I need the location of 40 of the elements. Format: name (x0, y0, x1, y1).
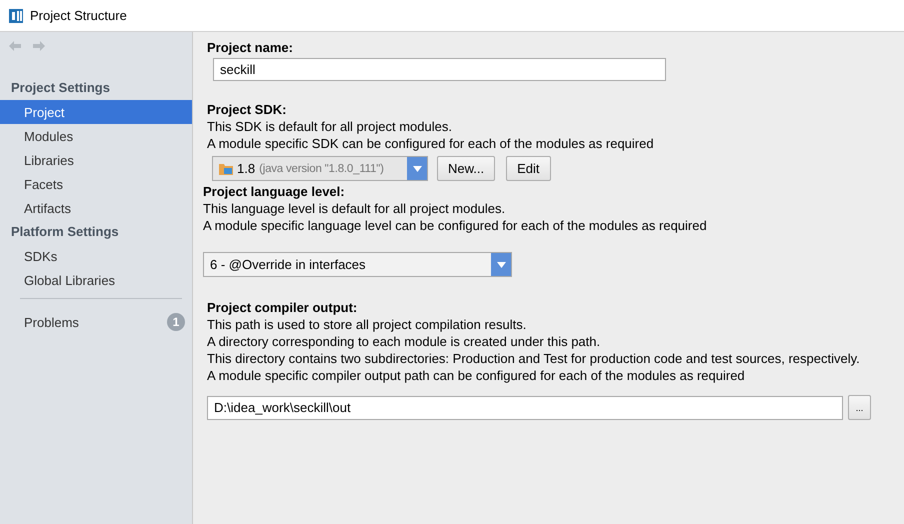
forward-arrow-icon[interactable] (32, 40, 46, 52)
window-title: Project Structure (30, 8, 127, 23)
sidebar-item[interactable]: Project (0, 100, 192, 124)
sdk-detail: (java version "1.8.0_111") (259, 162, 384, 174)
section-header: Platform Settings (10, 223, 120, 241)
sidebar-item[interactable]: SDKs (0, 244, 192, 268)
sdk-dropdown[interactable]: 1.8 (java version "1.8.0_111") (212, 156, 428, 181)
sidebar-item[interactable]: Modules (0, 124, 192, 148)
language-level-dropdown[interactable]: 6 - @Override in interfaces (203, 252, 512, 277)
sidebar-item[interactable]: Problems (24, 314, 79, 330)
field-label: Project compiler output: (207, 299, 358, 316)
folder-icon (219, 162, 233, 174)
description-text: A directory corresponding to each module is created under this path. (207, 333, 602, 350)
field-label: Project SDK: (207, 101, 288, 118)
dropdown-arrow-icon (496, 262, 506, 268)
sidebar-item[interactable]: Libraries (0, 148, 192, 172)
dropdown-value: 6 - @Override in interfaces (210, 257, 366, 272)
sidebar-item[interactable]: Global Libraries (0, 268, 192, 292)
app-logo-icon (8, 8, 24, 24)
field-label: Project language level: (203, 183, 346, 200)
description-text: This SDK is default for all project modules. (207, 118, 453, 135)
browse-button[interactable]: ... (848, 395, 871, 420)
description-text: A module specific SDK can be configured for each of the modules as required (207, 135, 655, 152)
dropdown-arrow-icon (412, 166, 422, 172)
description-text: A module specific language level can be configured for each of the modules as required (203, 217, 708, 234)
sdk-version: 1.8 (237, 161, 256, 176)
edit-button[interactable]: Edit (506, 156, 551, 181)
description-text: This directory contains two subdirectories: Production and Test for production code and test sources, respectively. (207, 350, 861, 367)
description-text: A module specific compiler output path can be configured for each of the modules as required (207, 367, 746, 384)
project-name-field[interactable]: seckill (213, 58, 666, 81)
back-arrow-icon[interactable] (8, 40, 22, 52)
new-button[interactable]: New... (437, 156, 496, 181)
description-text: This path is used to store all project compilation results. (207, 316, 528, 333)
description-text: This language level is default for all project modules. (203, 200, 506, 217)
field-label: Project name: (207, 39, 294, 56)
count-badge: 1 (167, 313, 185, 331)
sidebar-item[interactable]: Facets (0, 172, 192, 196)
sidebar-item[interactable]: Artifacts (0, 196, 192, 220)
section-header: Project Settings (10, 79, 111, 97)
output-path-field[interactable]: D:\idea_work\seckill\out (207, 396, 843, 420)
